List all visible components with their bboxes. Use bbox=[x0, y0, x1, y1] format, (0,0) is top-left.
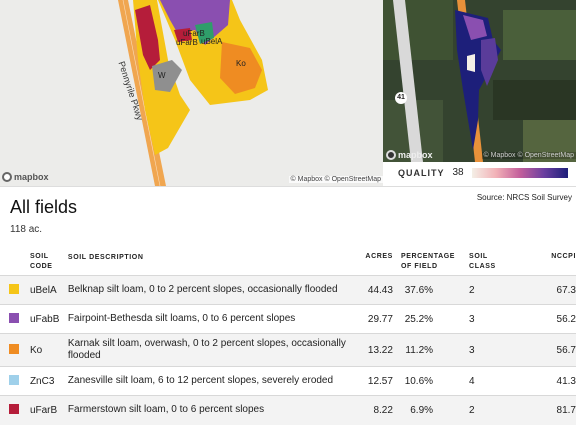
page-title: All fields bbox=[10, 197, 78, 217]
soil-label: uBelA bbox=[201, 37, 223, 46]
soil-code: uFarB bbox=[25, 395, 64, 425]
table-row[interactable]: uFabB Fairpoint-Bethesda silt loams, 0 t… bbox=[0, 304, 576, 334]
soil-map[interactable]: Pennyrile Pkwy uFarB uFarB uBelA W Ko ma… bbox=[0, 0, 383, 186]
soil-nccpi: 56.2 bbox=[499, 304, 576, 334]
column-header-nccpi[interactable]: NCCPI bbox=[500, 250, 576, 276]
soil-map-canvas bbox=[118, 0, 268, 186]
satellite-map[interactable]: 41 mapbox © Mapbox © OpenStreetMap bbox=[383, 0, 576, 162]
soil-percentage: 25.2% bbox=[396, 304, 460, 334]
soil-description: Farmerstown silt loam, 0 to 6 percent sl… bbox=[63, 395, 357, 425]
table-row[interactable]: uBelA Belknap silt loam, 0 to 2 percent … bbox=[0, 275, 576, 305]
soil-description: Karnak silt loam, overwash, 0 to 2 perce… bbox=[63, 333, 357, 367]
soil-acres: 29.77 bbox=[356, 304, 397, 334]
column-header-code[interactable]: SOIL CODE bbox=[26, 250, 64, 276]
soil-description: Zanesville silt loam, 6 to 12 percent sl… bbox=[63, 366, 357, 396]
quality-overlay-low bbox=[467, 54, 475, 72]
divider bbox=[0, 186, 576, 187]
soil-code: Ko bbox=[25, 333, 64, 367]
soil-table: SOIL CODE SOIL DESCRIPTION ACRES PERCENT… bbox=[0, 250, 576, 425]
column-header-class[interactable]: SOIL CLASS bbox=[459, 250, 500, 276]
source-note: Source: NRCS Soil Survey bbox=[476, 193, 572, 202]
soil-code: uFabB bbox=[25, 304, 64, 334]
table-header-row: SOIL CODE SOIL DESCRIPTION ACRES PERCENT… bbox=[0, 250, 576, 276]
route-shield: 41 bbox=[395, 92, 407, 104]
table-row[interactable]: ZnC3 Zanesville silt loam, 6 to 12 perce… bbox=[0, 366, 576, 396]
quality-legend: QUALITY 38 68 bbox=[398, 167, 576, 178]
soil-acres: 12.57 bbox=[356, 366, 397, 396]
soil-class: 3 bbox=[459, 304, 500, 334]
soil-percentage: 11.2% bbox=[396, 333, 460, 367]
soil-code: ZnC3 bbox=[25, 366, 64, 396]
soil-label: uFarB bbox=[176, 38, 198, 47]
column-header-percentage[interactable]: PERCENTAGE OF FIELD bbox=[397, 250, 459, 276]
quality-label: QUALITY bbox=[398, 167, 445, 178]
map-attribution[interactable]: © Mapbox © OpenStreetMap bbox=[481, 152, 576, 159]
soil-nccpi: 81.7 bbox=[499, 395, 576, 425]
soil-class: 2 bbox=[459, 275, 500, 305]
swatch-column-header bbox=[0, 250, 26, 276]
field-water bbox=[152, 60, 182, 92]
soil-code: uBelA bbox=[25, 275, 64, 305]
quality-gradient-bar bbox=[471, 167, 568, 178]
soil-class: 3 bbox=[459, 333, 500, 367]
soil-color-swatch bbox=[9, 374, 19, 385]
soil-percentage: 10.6% bbox=[396, 366, 460, 396]
soil-acres: 8.22 bbox=[356, 395, 397, 425]
soil-label: W bbox=[158, 71, 166, 80]
table-row[interactable]: Ko Karnak silt loam, overwash, 0 to 2 pe… bbox=[0, 333, 576, 367]
soil-nccpi: 41.3 bbox=[499, 366, 576, 396]
soil-description: Fairpoint-Bethesda silt loams, 0 to 6 pe… bbox=[63, 304, 357, 334]
mapbox-logo[interactable]: mapbox bbox=[2, 172, 49, 182]
map-attribution[interactable]: © Mapbox © OpenStreetMap bbox=[288, 176, 383, 183]
soil-color-swatch bbox=[9, 343, 19, 354]
soil-color-swatch bbox=[9, 403, 19, 414]
soil-class: 2 bbox=[459, 395, 500, 425]
satellite-map-canvas bbox=[383, 0, 576, 162]
column-header-acres[interactable]: ACRES bbox=[356, 250, 397, 276]
mapbox-logo[interactable]: mapbox bbox=[386, 150, 433, 160]
soil-class: 4 bbox=[459, 366, 500, 396]
mapbox-icon bbox=[2, 172, 12, 182]
quality-min: 38 bbox=[452, 167, 464, 178]
soil-percentage: 6.9% bbox=[396, 395, 460, 425]
soil-acres: 44.43 bbox=[356, 275, 397, 305]
soil-color-swatch bbox=[9, 312, 19, 323]
mapbox-icon bbox=[386, 150, 396, 160]
soil-percentage: 37.6% bbox=[396, 275, 460, 305]
soil-nccpi: 56.7 bbox=[499, 333, 576, 367]
soil-description: Belknap silt loam, 0 to 2 percent slopes… bbox=[63, 275, 357, 305]
soil-label: Ko bbox=[236, 59, 246, 68]
soil-nccpi: 67.3 bbox=[499, 275, 576, 305]
soil-acres: 13.22 bbox=[356, 333, 397, 367]
soil-color-swatch bbox=[9, 283, 19, 294]
column-header-description[interactable]: SOIL DESCRIPTION bbox=[64, 250, 356, 276]
total-acres: 118 ac. bbox=[10, 224, 43, 235]
table-row[interactable]: uFarB Farmerstown silt loam, 0 to 6 perc… bbox=[0, 395, 576, 425]
